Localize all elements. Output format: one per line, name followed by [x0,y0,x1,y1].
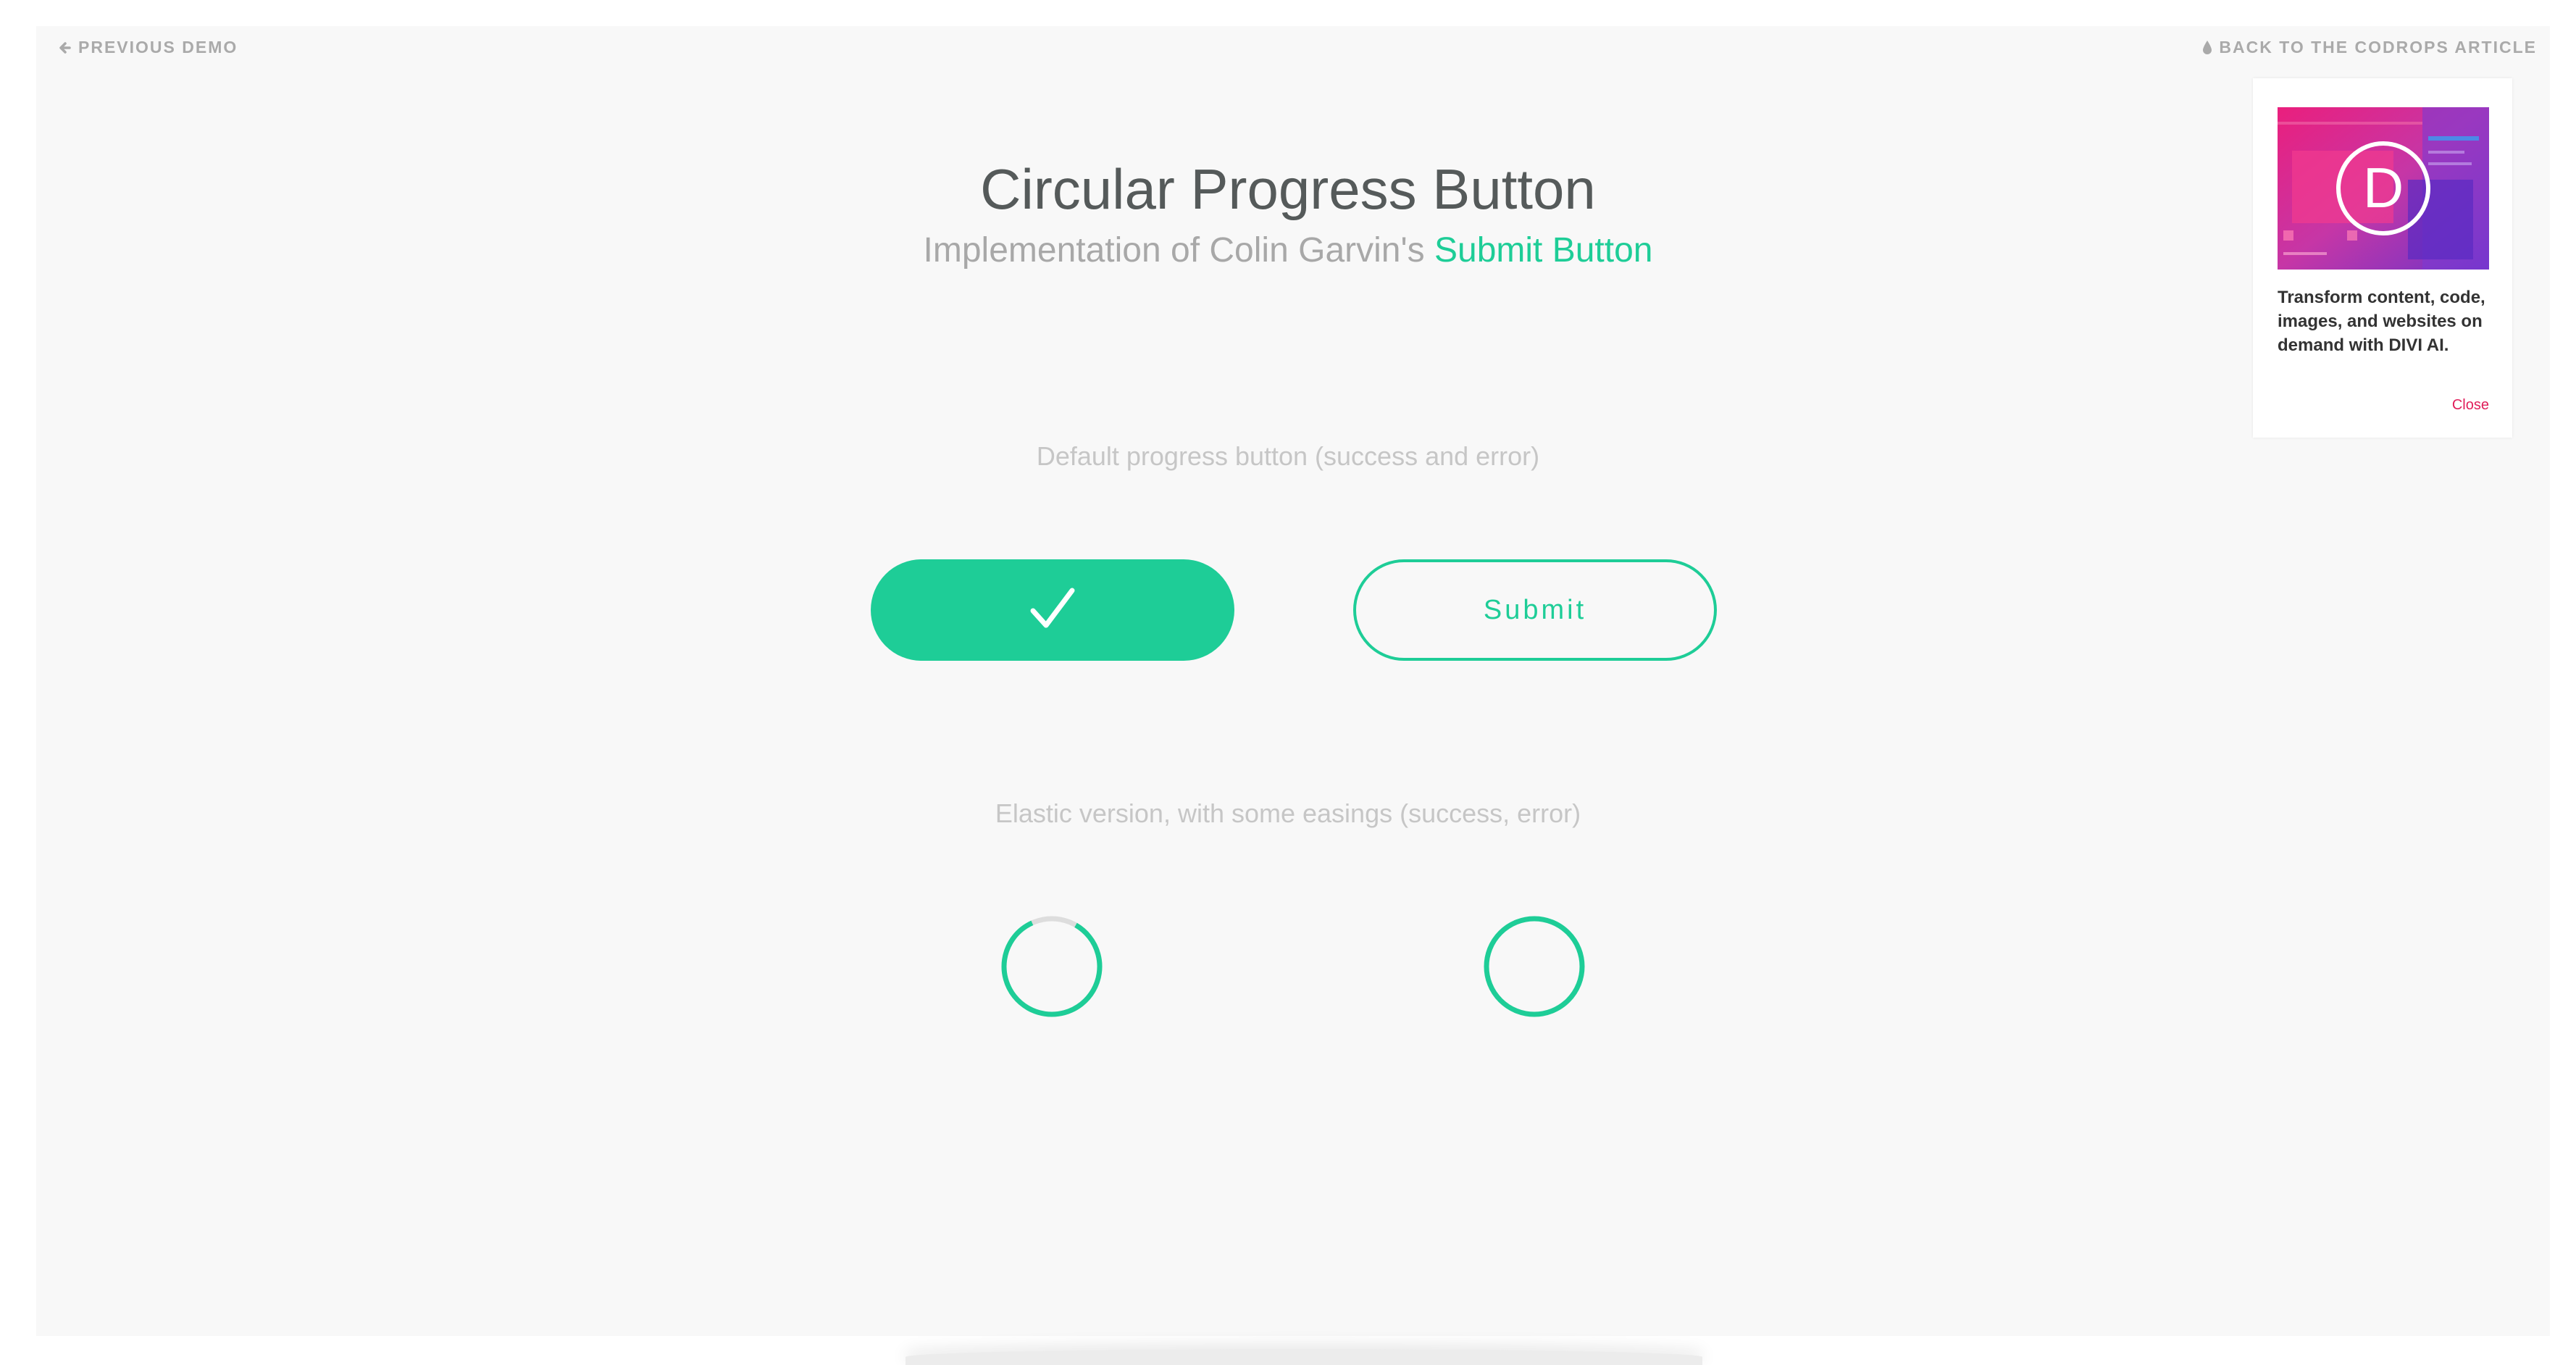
divi-ad-card: D Transform content, code, images, and w… [2253,78,2512,438]
back-to-article-label: BACK TO THE CODROPS ARTICLE [2219,38,2537,57]
checkmark-icon [1029,586,1076,635]
page-title: Circular Progress Button [980,157,1596,221]
ad-description: Transform content, code, images, and web… [2278,288,2485,355]
elastic-success-button-loader[interactable] [1000,914,1104,1019]
submit-button-link[interactable]: Submit Button [1434,231,1653,270]
demo-page [36,26,2550,1336]
submit-button-label: Submit [1483,594,1587,625]
bottom-shadow [906,1349,1702,1365]
previous-demo-link[interactable]: PREVIOUS DEMO [58,38,238,57]
arrow-left-icon [58,41,72,55]
divi-ad-image[interactable]: D [2278,107,2489,270]
elastic-error-button-loader[interactable] [1482,914,1586,1019]
page-subtitle: Implementation of Colin Garvin's Submit … [0,233,2576,268]
droplet-icon [2201,40,2213,56]
success-progress-button[interactable] [871,559,1234,661]
ad-close-button[interactable]: Close [2452,397,2489,414]
subtitle-text: Implementation of Colin Garvin's [923,231,1434,270]
submit-button[interactable]: Submit [1353,559,1717,661]
default-section-label: Default progress button (success and err… [1036,441,1540,471]
elastic-section-label: Elastic version, with some easings (succ… [995,798,1581,828]
previous-demo-label: PREVIOUS DEMO [78,38,238,57]
divi-logo-letter: D [2363,156,2404,220]
back-to-article-link[interactable]: BACK TO THE CODROPS ARTICLE [2201,38,2537,57]
